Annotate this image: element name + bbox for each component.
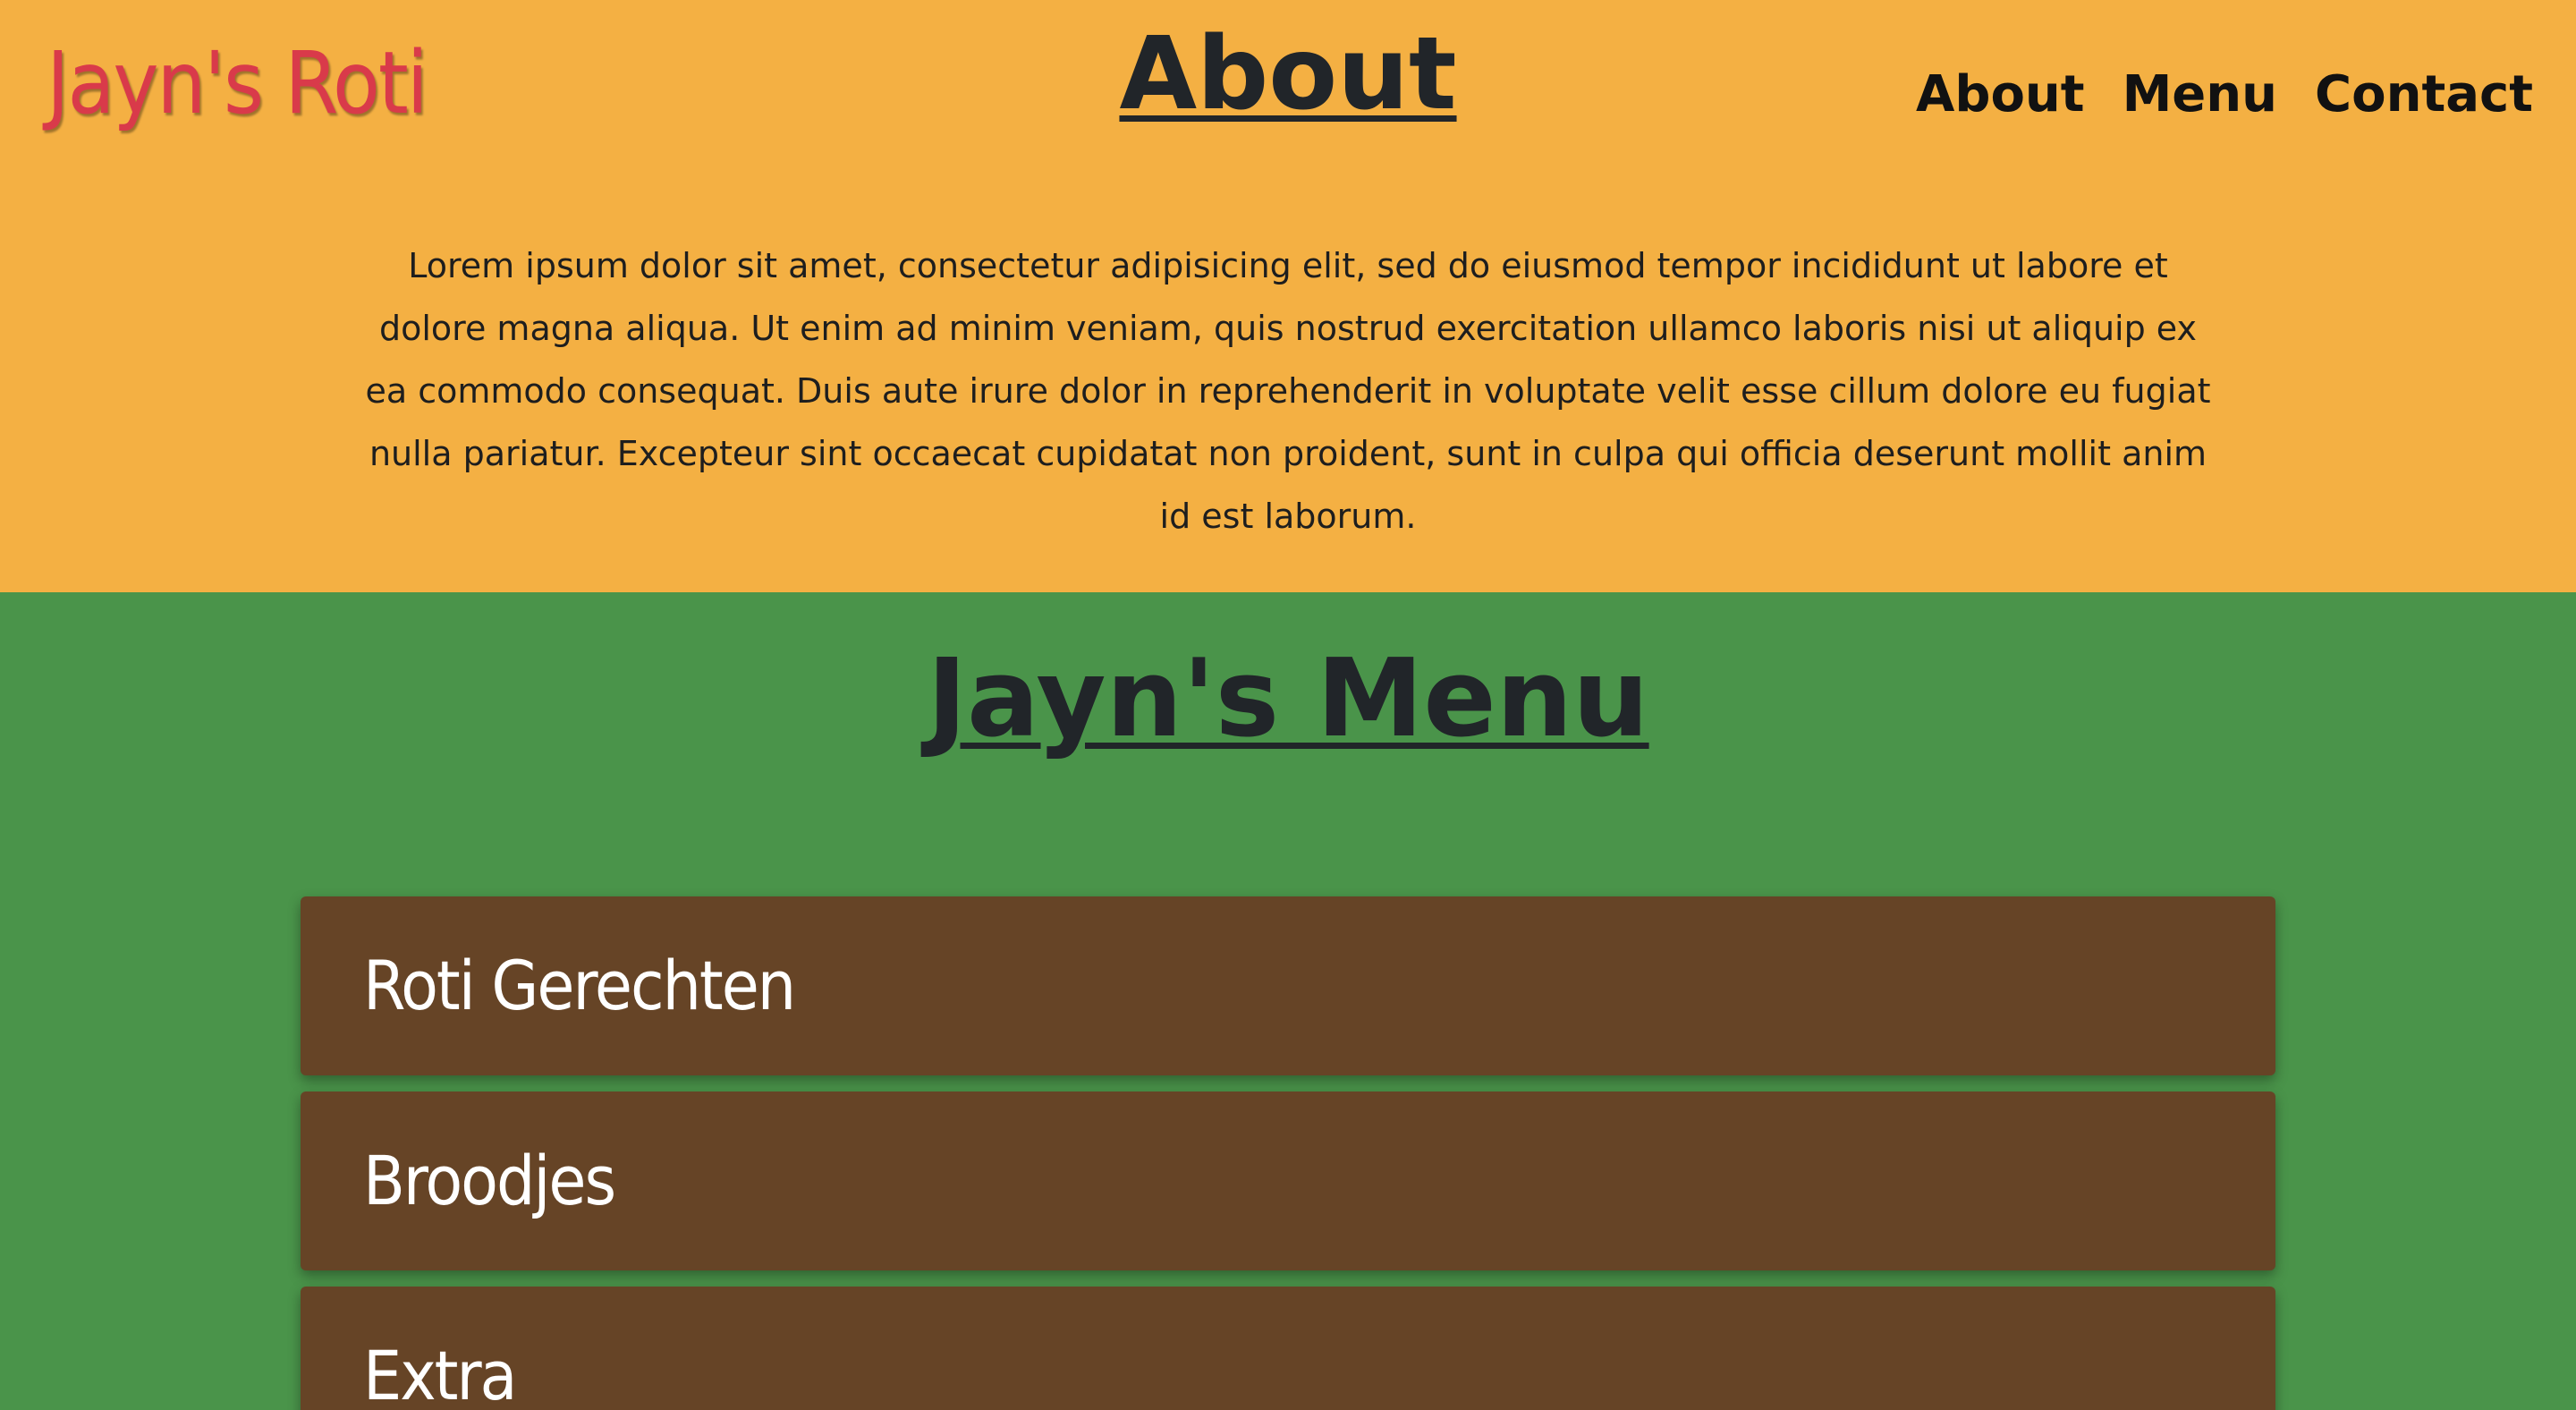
about-section: Jayn's Roti About About Menu Contact Lor… xyxy=(0,0,2576,592)
menu-category-label: Broodjes xyxy=(363,1141,616,1220)
menu-category-label: Extra xyxy=(363,1336,517,1410)
about-text: Lorem ipsum dolor sit amet, consectetur … xyxy=(365,246,2211,536)
nav-link-contact[interactable]: Contact xyxy=(2315,63,2533,127)
page: Jayn's Roti About About Menu Contact Lor… xyxy=(0,0,2576,1410)
menu-category-label: Roti Gerechten xyxy=(363,946,796,1025)
main-nav: About Menu Contact xyxy=(1916,63,2533,127)
nav-link-about[interactable]: About xyxy=(1916,63,2085,127)
menu-category-roti-gerechten[interactable]: Roti Gerechten xyxy=(301,896,2275,1075)
menu-category-extra[interactable]: Extra xyxy=(301,1287,2275,1410)
nav-link-menu[interactable]: Menu xyxy=(2123,63,2277,127)
menu-category-broodjes[interactable]: Broodjes xyxy=(301,1091,2275,1270)
menu-section: Jayn's Menu Roti Gerechten Broodjes Extr… xyxy=(0,592,2576,1410)
menu-title: Jayn's Menu xyxy=(927,637,1649,761)
